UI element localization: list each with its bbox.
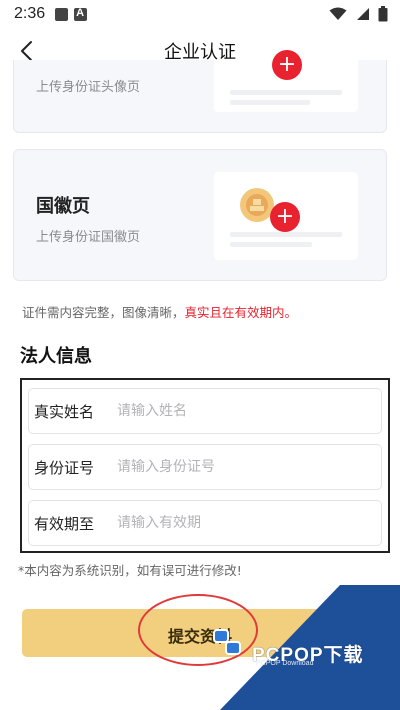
wifi-icon [329,7,347,20]
id-front-upload-card[interactable]: 上传身份证头像页 + [13,50,387,133]
section-title: 法人信息 [20,346,92,367]
submit-label: 提交资料 [168,627,233,646]
add-photo-icon: + [270,202,300,232]
expiry-input[interactable] [115,515,381,531]
status-time: 2:36 [14,5,46,22]
name-field: 真实姓名 [28,388,382,434]
recognition-tip: *本内容为系统识别，如有误可进行修改! [18,563,242,578]
image-notification-icon [55,7,69,21]
expiry-label: 有效期至 [34,514,95,533]
legal-person-form: 真实姓名 身份证号 有效期至 [20,378,390,553]
id-back-subtitle: 上传身份证国徽页 [36,230,141,245]
battery-icon [378,6,388,22]
id-back-upload-card[interactable]: 国徽页 上传身份证国徽页 + [13,149,387,281]
id-back-title: 国徽页 [36,196,90,217]
expiry-field: 有效期至 [28,500,382,546]
app-notification-icon [74,7,88,21]
chevron-left-icon [21,41,32,61]
add-photo-icon: + [272,50,302,80]
signal-icon [357,8,369,20]
upload-notice: 证件需内容完整，图像清晰，真实且在有效期内。 [22,302,297,321]
id-number-label: 身份证号 [34,458,95,477]
name-input[interactable] [115,403,381,419]
id-front-preview: + [214,50,358,112]
id-front-subtitle: 上传身份证头像页 [36,80,141,95]
watermark-subtext: PCPOP Download [256,660,314,667]
id-number-input[interactable] [115,459,381,475]
id-number-field: 身份证号 [28,444,382,490]
id-back-preview: + [214,172,358,260]
notice-text: 证件需内容完整，图像清晰， [22,305,185,320]
name-label: 真实姓名 [34,402,95,421]
status-bar: 2:36 [0,0,400,28]
notice-highlight: 真实且在有效期内。 [184,305,298,320]
